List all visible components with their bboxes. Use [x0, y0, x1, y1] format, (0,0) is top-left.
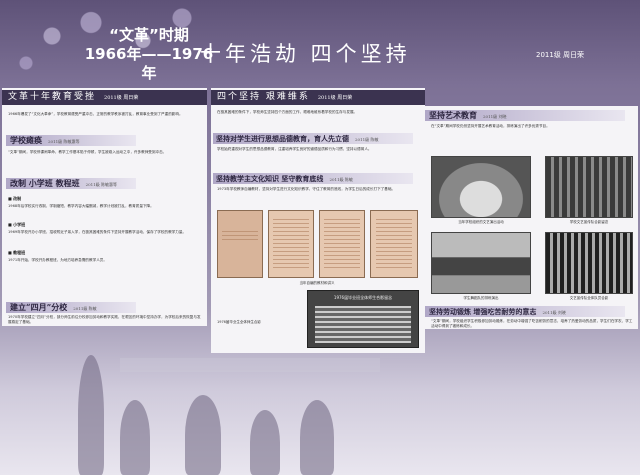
left-intro: 1966年爆发了“文化大革命”，学校教育遭受严重冲击，正常的教学秩序被打乱，教育… [8, 112, 183, 116]
exhibit-board: “文革”时期 1966年——1976年 十年浩劫 四个坚持 2011级 周日荣 … [0, 0, 640, 475]
art-troupe-photo [545, 156, 633, 218]
label-primary-class: ■ 小学班 [8, 222, 26, 227]
documents-caption: 当年自编的教材和讲义 [299, 281, 335, 285]
section-body-knowledge: 1973年学校教师自编教材，坚持对学生进行文化知识教学，守住了教育的底线，为学生… [217, 187, 396, 191]
section-body-art: 在“文革”期间学校仍然坚持开展艺术教育活动，排练演出了许多优秀节目。 [431, 124, 550, 128]
left-panel-title-bar: 文革十年教育受挫 2011级 周日荣 [2, 90, 207, 105]
header-credit: 2011级 周日荣 [536, 51, 585, 59]
section-body-moral: 学校始终重视对学生的思想品德教育，注重培养学生良好的道德品质和行为习惯，坚持以德… [217, 147, 372, 151]
section-body-branch: 1970年学校建立“四月”分校，部分师生前往分校参加劳动和教学实践，在艰苦的环境… [8, 315, 201, 325]
group-photo-banner: 1976届毕业班全体师生合影留念 [333, 295, 393, 300]
figure-silhouette [185, 395, 221, 475]
section-tag: 2011级 陈敏 [329, 177, 353, 182]
graduation-group-photo: 1976届毕业班全体师生合影留念 [307, 290, 419, 348]
photo-caption: 文艺宣传队全体队员合影 [569, 296, 609, 300]
middle-panel-title-tag: 2011级 周日荣 [317, 95, 353, 101]
lecture-notes-photo [370, 210, 418, 278]
era-label: “文革”时期 [109, 26, 189, 44]
section-tag: 2011级 陈敏惠等 [85, 182, 118, 187]
section-title-paralysis: 学校瘫痪 2011级 陈敏惠等 [10, 135, 80, 145]
section-title-labor: 坚持劳动锻炼 增强吃苦耐劳的意志 2011级 刘晓 [429, 307, 566, 316]
section-tag: 2011级 陈敏惠等 [48, 139, 80, 144]
figure-silhouette [250, 410, 280, 475]
art-performance-photo [431, 156, 531, 218]
section-title-art: 坚持艺术教育 2011级 刘晓 [429, 110, 507, 120]
figure-silhouette [120, 400, 150, 475]
section-title-reform: 改制 小学班 教程班 2011级 陈敏惠等 [10, 178, 118, 188]
statue-silhouette [78, 355, 104, 475]
era-years: 1966年——1976年 [84, 45, 214, 82]
section-tag: 2011级 刘晓 [542, 310, 566, 315]
middle-panel-title: 四个坚持 艰难维系 [217, 92, 310, 102]
left-panel-title-tag: 2011级 周日荣 [104, 95, 139, 101]
body-reform: 1968年后学校实行改制，学制缩短，教学内容大幅删减，教学计划被打乱，教育质量下… [8, 204, 154, 208]
figure-silhouette [300, 400, 334, 475]
section-body-labor: “文革”期间，学校组织学生积极参加劳动锻炼，在劳动中增强了吃苦耐劳的意志，培养了… [431, 319, 633, 329]
photo-caption: 当年学校组织的文艺演出活动 [458, 220, 504, 224]
right-panel: 坚持艺术教育 2011级 刘晓 在“文革”期间学校仍然坚持开展艺术教育活动，排练演… [425, 106, 638, 329]
body-course-class: 1971年开始，学校开办教程班，为地方培养急需的教学人员。 [8, 258, 107, 262]
body-primary-class: 1969年学校开办小学班，招收附近子弟入学，在极其困难的条件下坚持开展教学活动，… [8, 230, 187, 234]
era-heading: “文革”时期 1966年——1976年 [84, 26, 214, 83]
label-course-class: ■ 教程班 [8, 250, 26, 255]
section-body-paralysis: “文革”期间，学校停课闹革命，教学工作基本陷于停顿，学生被卷入运动之中，许多教师… [8, 150, 167, 154]
section-title-moral: 坚持对学生进行思想品德教育，育人先立德 2011级 陈敏 [216, 134, 379, 143]
label-reform: ■ 改制 [8, 196, 22, 201]
dance-rehearsal-photo [431, 232, 531, 294]
section-title-branch: 建立“四月”分校 2011级 陈敏 [10, 302, 97, 312]
lecture-notes-photo [268, 210, 314, 278]
middle-intro: 在极其困难的条件下，学校师生坚持四个方面的工作，艰难地维系着学校的生存与发展。 [217, 110, 358, 114]
section-tag: 2011级 陈敏 [355, 137, 379, 142]
section-tag: 2011级 陈敏 [73, 306, 97, 311]
gate-silhouette [120, 358, 380, 372]
section-tag: 2011级 刘晓 [483, 114, 507, 119]
art-team-photo [545, 232, 633, 294]
left-panel: 文革十年教育受挫 2011级 周日荣 1966年爆发了“文化大革命”，学校教育遭受… [2, 88, 207, 326]
photo-caption: 学校文艺宣传队合影留念 [569, 220, 609, 224]
middle-panel: 四个坚持 艰难维系 2011级 周日荣 在极其困难的条件下，学校师生坚持四个方面的… [211, 88, 425, 353]
middle-panel-title-bar: 四个坚持 艰难维系 2011级 周日荣 [211, 90, 425, 105]
group-photo-caption: 1976届毕业生全体师生合影 [217, 320, 261, 324]
left-panel-title: 文革十年教育受挫 [8, 92, 97, 102]
textbook-cover-photo [217, 210, 263, 278]
page-title: 十年浩劫 四个坚持 [200, 42, 411, 66]
section-title-knowledge: 坚持教学主文化知识 坚守教育底线 2011级 陈敏 [216, 174, 353, 183]
lecture-notes-photo [319, 210, 365, 278]
photo-caption: 学生舞蹈队的排练演出 [463, 296, 499, 300]
